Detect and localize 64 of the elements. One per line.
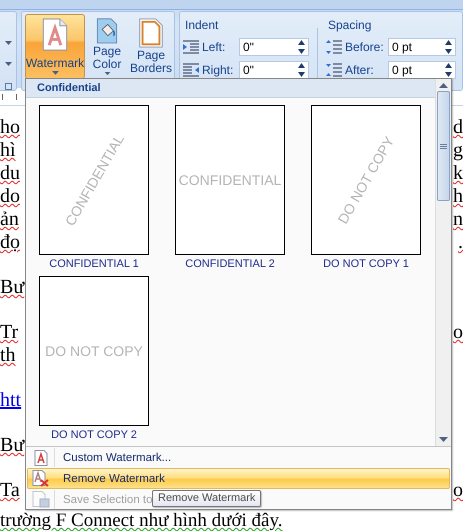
thumbnail-caption: DO NOT COPY 1 bbox=[323, 258, 409, 270]
page-borders-button[interactable]: Page Borders bbox=[129, 14, 173, 79]
text-fragment: ản bbox=[0, 208, 19, 231]
text-line: trường F Connect như hình dưới đây. bbox=[0, 511, 282, 531]
text-fragment: n bbox=[453, 208, 463, 231]
thumbnail-caption: CONFIDENTIAL 2 bbox=[185, 258, 275, 270]
spacing-before-icon bbox=[326, 38, 342, 54]
field-label: Left: bbox=[202, 40, 226, 54]
text-fragment: do bbox=[0, 185, 20, 208]
scroll-down-icon[interactable] bbox=[439, 437, 448, 442]
indent-right-icon bbox=[183, 62, 199, 76]
document-letter-icon bbox=[34, 450, 48, 466]
text-fragment: du bbox=[0, 162, 20, 185]
spin-field[interactable]: 0" bbox=[239, 38, 309, 56]
field-label: Right: bbox=[202, 62, 234, 76]
text-fragment: d bbox=[453, 116, 463, 139]
text-fragment: . bbox=[458, 231, 463, 254]
link[interactable]: htt bbox=[0, 389, 22, 412]
field-label: Before: bbox=[345, 40, 385, 54]
menu-item[interactable]: Remove Watermark bbox=[27, 468, 450, 489]
save-document-icon bbox=[32, 491, 50, 508]
group-heading: Spacing bbox=[327, 17, 372, 34]
indent-left-icon bbox=[183, 40, 199, 54]
thumbnail-caption: CONFIDENTIAL 1 bbox=[49, 258, 139, 270]
grip-icon bbox=[440, 144, 447, 148]
text-fragment: Ta bbox=[0, 479, 20, 502]
page-border-icon bbox=[137, 18, 165, 48]
dropdown-arrow-icon bbox=[5, 62, 12, 66]
menu-item[interactable]: Custom Watermark... bbox=[27, 447, 450, 468]
spinner-arrows-icon[interactable] bbox=[445, 62, 452, 78]
spin-field[interactable]: 0 pt bbox=[388, 38, 456, 56]
spin-field[interactable]: 0" bbox=[239, 60, 309, 78]
text-fragment: k bbox=[453, 162, 463, 185]
dialog-launcher-icon[interactable] bbox=[5, 83, 12, 90]
text-fragment: Tr bbox=[0, 321, 18, 344]
spinner-arrows-icon[interactable] bbox=[445, 38, 452, 54]
dropdown-arrow-icon bbox=[5, 41, 12, 45]
thumbnail-caption: DO NOT COPY 2 bbox=[51, 429, 137, 441]
watermark-text: CONFIDENTIAL bbox=[178, 172, 282, 188]
section-heading: Confidential bbox=[26, 79, 435, 98]
page-color-button[interactable]: Page Color bbox=[89, 14, 125, 79]
text-fragment: th bbox=[0, 344, 16, 367]
scrollbar[interactable] bbox=[435, 79, 451, 446]
document-letter-icon bbox=[40, 18, 70, 52]
text-fragment: hì bbox=[0, 139, 16, 162]
text-fragment: o bbox=[453, 321, 463, 344]
watermark-button[interactable]: Watermark bbox=[25, 14, 85, 79]
tooltip: Remove Watermark bbox=[152, 490, 262, 507]
spinner-arrows-icon[interactable] bbox=[298, 38, 305, 54]
watermark-text: DO NOT COPY bbox=[45, 343, 143, 359]
scroll-thumb[interactable] bbox=[437, 91, 450, 201]
spinner-arrows-icon[interactable] bbox=[298, 62, 305, 78]
spin-field[interactable]: 0 pt bbox=[388, 60, 456, 78]
text-fragment: Bư bbox=[0, 276, 24, 299]
text-fragment: o bbox=[453, 479, 463, 502]
text-fragment: ho bbox=[0, 116, 20, 139]
group-heading: Indent bbox=[184, 17, 220, 34]
remove-document-icon bbox=[32, 470, 50, 487]
spacing-after-icon bbox=[326, 62, 342, 78]
field-label: After: bbox=[345, 62, 375, 76]
text-fragment: g bbox=[453, 139, 463, 162]
text-fragment: h bbox=[453, 185, 463, 208]
text-fragment: đọ bbox=[0, 231, 20, 254]
text-fragment: Bư bbox=[0, 434, 24, 457]
